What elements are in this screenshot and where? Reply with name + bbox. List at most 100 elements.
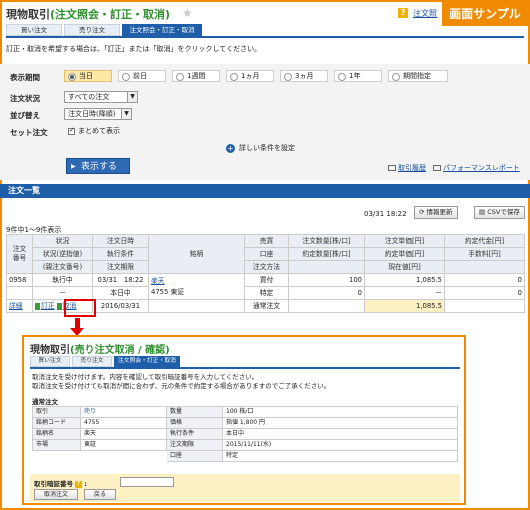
- cell-filled-price: －: [364, 286, 445, 300]
- status-select[interactable]: すべての注文 ▼: [64, 91, 138, 103]
- period-option-1year[interactable]: 1年: [334, 70, 382, 82]
- cancel-highlight-box: [64, 299, 96, 317]
- set-order-checkbox[interactable]: まとめて表示: [68, 126, 120, 136]
- help-icon[interactable]: ?: [398, 8, 408, 18]
- col-header-fee: 手数料[円]: [444, 247, 525, 261]
- pin-panel: 取引暗証番号? : 取消注文 戻る: [30, 474, 460, 502]
- tab-sell[interactable]: 売り注文: [64, 24, 120, 36]
- sort-select-value: 注文日時(降順): [68, 110, 116, 118]
- confirm-tab-inquiry[interactable]: 注文照会・訂正・取消: [114, 356, 180, 367]
- period-option-3month[interactable]: 3ヵ月: [280, 70, 328, 82]
- col-header-parent: (親注文番号): [32, 260, 93, 274]
- col-header-filled-price: 約定単価[円]: [364, 247, 445, 261]
- pin-label-text: 取引暗証番号: [34, 480, 73, 488]
- cancel-order-button[interactable]: 取消注文: [34, 489, 78, 500]
- cell-brand: 楽天 4755 東証: [148, 273, 245, 300]
- order-list-header: 注文一覧: [0, 184, 530, 198]
- detail-link[interactable]: 詳細: [9, 302, 23, 310]
- col-header-method: 注文方法: [244, 260, 289, 274]
- checkbox-checked-icon: [68, 126, 75, 135]
- brand-link[interactable]: 楽天: [151, 277, 165, 285]
- detail-conditions-link[interactable]: + 詳しい条件を設定: [226, 143, 295, 153]
- help-icon[interactable]: ?: [75, 480, 82, 488]
- table-row: 取引 売り 数量 100 株/口: [32, 406, 458, 418]
- chevron-down-icon: ▼: [121, 109, 131, 119]
- table-row: 銘柄名 楽天 執行条件 本日中: [32, 428, 458, 440]
- trade-history-link[interactable]: 取引履歴: [388, 163, 426, 173]
- confirm-tab-buy[interactable]: 買い注文: [30, 356, 70, 367]
- confirm-tab-sell[interactable]: 売り注文: [72, 356, 112, 367]
- col-header-brand: 銘柄: [148, 234, 245, 274]
- instruction-text: 訂正・取消を希望する場合は、「訂正」または「取消」をクリックしてください。: [6, 45, 262, 53]
- confirm-key: 口座: [166, 450, 223, 462]
- chevron-down-icon: ▼: [127, 92, 137, 102]
- cell-condition: 本日中: [92, 286, 149, 300]
- col-header-blank2: [444, 260, 525, 274]
- confirm-message: 取消注文を受け付けます。内容を確認して取引暗証番号を入力してください。 取消注文を…: [32, 373, 330, 391]
- confirm-key: 銘柄名: [32, 428, 81, 440]
- confirm-empty: [33, 451, 81, 462]
- period-option-today[interactable]: 当日: [64, 70, 112, 82]
- period-option-1week[interactable]: 1週間: [172, 70, 220, 82]
- cell-empty: [6, 286, 33, 300]
- col-header-side: 売買: [244, 234, 289, 248]
- csv-button-label: CSVで保存: [487, 208, 520, 216]
- tab-buy[interactable]: 買い注文: [6, 24, 62, 36]
- confirm-value: 本日中: [222, 428, 458, 440]
- performance-report-label: パフォーマンスレポート: [443, 164, 520, 172]
- cell-amount: 0: [444, 273, 525, 287]
- csv-save-button[interactable]: ▤ CSVで保存: [474, 206, 525, 219]
- table-row: 口座 特定: [33, 450, 458, 462]
- sort-label: 並び替え: [10, 111, 40, 120]
- col-header-filled-qty: 約定数量[株/口]: [288, 247, 365, 261]
- confirm-key: 市場: [32, 439, 81, 451]
- trade-history-label: 取引履歴: [398, 164, 426, 172]
- detail-conditions-label: 詳しい条件を設定: [239, 144, 295, 152]
- cell-empty3: [288, 299, 365, 313]
- cell-status: 執行中: [32, 273, 93, 287]
- sort-select[interactable]: 注文日時(降順) ▼: [64, 108, 132, 120]
- col-header-condition: 執行条件: [92, 247, 149, 261]
- confirm-section-title: 通常注文: [32, 398, 58, 406]
- confirm-value: 2015/11/11(水): [222, 439, 458, 451]
- set-order-label: セット注文: [10, 128, 48, 137]
- cell-detail: 詳細: [6, 299, 33, 313]
- back-button[interactable]: 戻る: [84, 489, 116, 500]
- modify-link[interactable]: 訂正: [41, 302, 55, 310]
- col-header-deadline: 注文期限: [92, 260, 149, 274]
- col-header-status-stop: 状況(逆指値): [32, 247, 93, 261]
- cell-current: 1,085.5: [364, 299, 445, 313]
- confirm-key: 銘柄コード: [32, 417, 81, 429]
- col-header-datetime: 注文日時: [92, 234, 149, 248]
- tab-order-inquiry[interactable]: 注文照会・訂正・取消: [122, 24, 202, 36]
- cell-side: 買付: [244, 273, 289, 287]
- confirm-title: 現物取引(売り注文取消 / 確認): [30, 345, 170, 356]
- pin-label: 取引暗証番号? :: [34, 480, 87, 488]
- set-order-checkbox-label: まとめて表示: [78, 127, 120, 135]
- plus-icon: +: [226, 143, 235, 153]
- sample-badge: 画面サンプル: [442, 2, 528, 26]
- cancel-icon: [56, 302, 62, 310]
- page-title: 現物取引(注文照会・訂正・取消): [6, 8, 171, 21]
- help-link[interactable]: 注文照: [413, 8, 437, 19]
- confirm-tabs: 買い注文 売り注文 注文照会・訂正・取消: [30, 356, 180, 367]
- cell-filled-qty: 0: [288, 286, 365, 300]
- confirm-value: 指値 1,800 円: [222, 417, 458, 429]
- cell-empty2: [148, 299, 245, 313]
- show-button[interactable]: 表示する: [66, 158, 130, 175]
- period-option-prevday[interactable]: 前日: [118, 70, 166, 82]
- cell-method: 通常注文: [244, 299, 289, 313]
- favorite-star-icon[interactable]: ★: [182, 6, 193, 20]
- cell-order-no: 0958: [6, 273, 33, 287]
- refresh-button[interactable]: ⟳ 情報更新: [414, 206, 458, 219]
- performance-report-link[interactable]: パフォーマンスレポート: [433, 163, 520, 173]
- pin-input[interactable]: [120, 477, 174, 487]
- period-option-custom[interactable]: 期間指定: [388, 70, 448, 82]
- confirm-tab-divider: [30, 367, 460, 369]
- period-option-1month[interactable]: 1ヵ月: [226, 70, 274, 82]
- cell-fee: 0: [444, 286, 525, 300]
- cell-qty: 100: [288, 273, 365, 287]
- col-header-current: 現在値[円]: [364, 260, 445, 274]
- col-header-account: 口座: [244, 247, 289, 261]
- confirm-value: 100 株/口: [222, 406, 458, 418]
